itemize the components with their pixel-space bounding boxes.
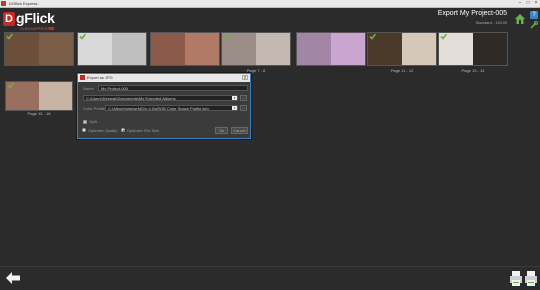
export-dialog: Export as JPG x Name My Project-005 C:\U… [77,73,251,139]
maximize-button[interactable]: □ [524,0,532,7]
dialog-title-bar: Export as JPG x [78,74,250,82]
logo-badge [49,27,54,30]
close-button[interactable]: × [532,0,540,7]
minimize-button[interactable]: – [516,0,524,7]
window-title-bar: DGflick Express – □ × [0,0,540,8]
left-page [151,33,185,65]
print-icon[interactable] [524,271,538,287]
name-field[interactable]: My Project-005 [98,85,248,91]
right-page [473,33,507,65]
spread-thumbnail[interactable] [77,32,147,66]
spread-thumbnail[interactable] [4,32,74,66]
dialog-close-button[interactable]: x [242,75,248,81]
app-icon [1,1,6,6]
right-page [39,82,72,110]
ok-button[interactable]: Ok [215,127,228,134]
spread-thumbnail[interactable] [5,81,73,111]
left-page [297,33,331,65]
optimize-quality-label: Optimize Quality [88,128,118,133]
logo-word: gFlick [16,10,55,26]
optimize-size-radio[interactable] [121,128,125,132]
check-icon[interactable] [6,33,13,40]
split-label: Split [89,119,97,124]
back-arrow-icon[interactable] [6,272,20,284]
project-subtitle: Standard - 15X30 [475,20,507,25]
dialog-title: Export as JPG [87,75,113,80]
thumbnail-label: Page 11 - 12 [390,68,414,73]
browse-profile-button[interactable]: ... [240,105,247,111]
check-icon[interactable] [440,33,447,40]
right-page [331,33,365,65]
bottom-toolbar [0,266,540,290]
spread-thumbnail[interactable] [438,32,508,66]
color-profile-label: Color Profile [83,106,106,111]
export-path-value: C:\Users\Deepak\Documents\My Exported Al… [86,96,176,101]
help-icon[interactable]: ? [530,11,538,19]
spread-thumbnail[interactable] [150,32,220,66]
settings-icon[interactable] [530,21,538,29]
export-path-select[interactable]: C:\Users\Deepak\Documents\My Exported Al… [83,95,238,101]
right-page [112,33,146,65]
color-profile-select[interactable]: C:\Album\gmpwrMG\x-4.0\sRGB Color Space … [105,105,238,111]
chevron-down-icon: ▾ [232,96,237,100]
dialog-app-icon [80,75,85,80]
right-page [39,33,73,65]
project-title: Export My Project-005 [437,10,507,17]
home-icon[interactable] [514,13,526,25]
thumbnail-label: Page 13 - 14 [461,68,485,73]
color-profile-value: C:\Album\gmpwrMG\x-4.0\sRGB Color Space … [108,106,209,111]
check-icon[interactable] [7,82,14,89]
logo-mark: D [3,12,15,26]
optimize-quality-radio[interactable] [82,128,86,132]
chevron-down-icon: ▾ [232,106,237,110]
right-page [185,33,219,65]
spread-thumbnail[interactable] [221,32,291,66]
logo-subtitle: ALBUMXPRESS [20,26,51,31]
right-page [256,33,290,65]
export-printer-icon[interactable] [509,271,523,287]
cancel-button[interactable]: Cancel [231,127,248,134]
spread-thumbnail[interactable] [367,32,437,66]
window-title: DGflick Express [9,1,38,6]
spread-thumbnail[interactable] [296,32,366,66]
check-icon[interactable] [369,33,376,40]
app-header: D gFlick ALBUMXPRESS Export My Project-0… [0,8,540,32]
thumbnail-label: Page 15 - 16 [27,111,51,116]
browse-path-button[interactable]: ... [240,95,247,101]
split-checkbox[interactable] [83,120,87,124]
name-label: Name [83,86,94,91]
check-icon[interactable] [223,33,230,40]
optimize-size-label: Optimize File Size [127,128,160,133]
right-page [402,33,436,65]
check-icon[interactable] [79,33,86,40]
